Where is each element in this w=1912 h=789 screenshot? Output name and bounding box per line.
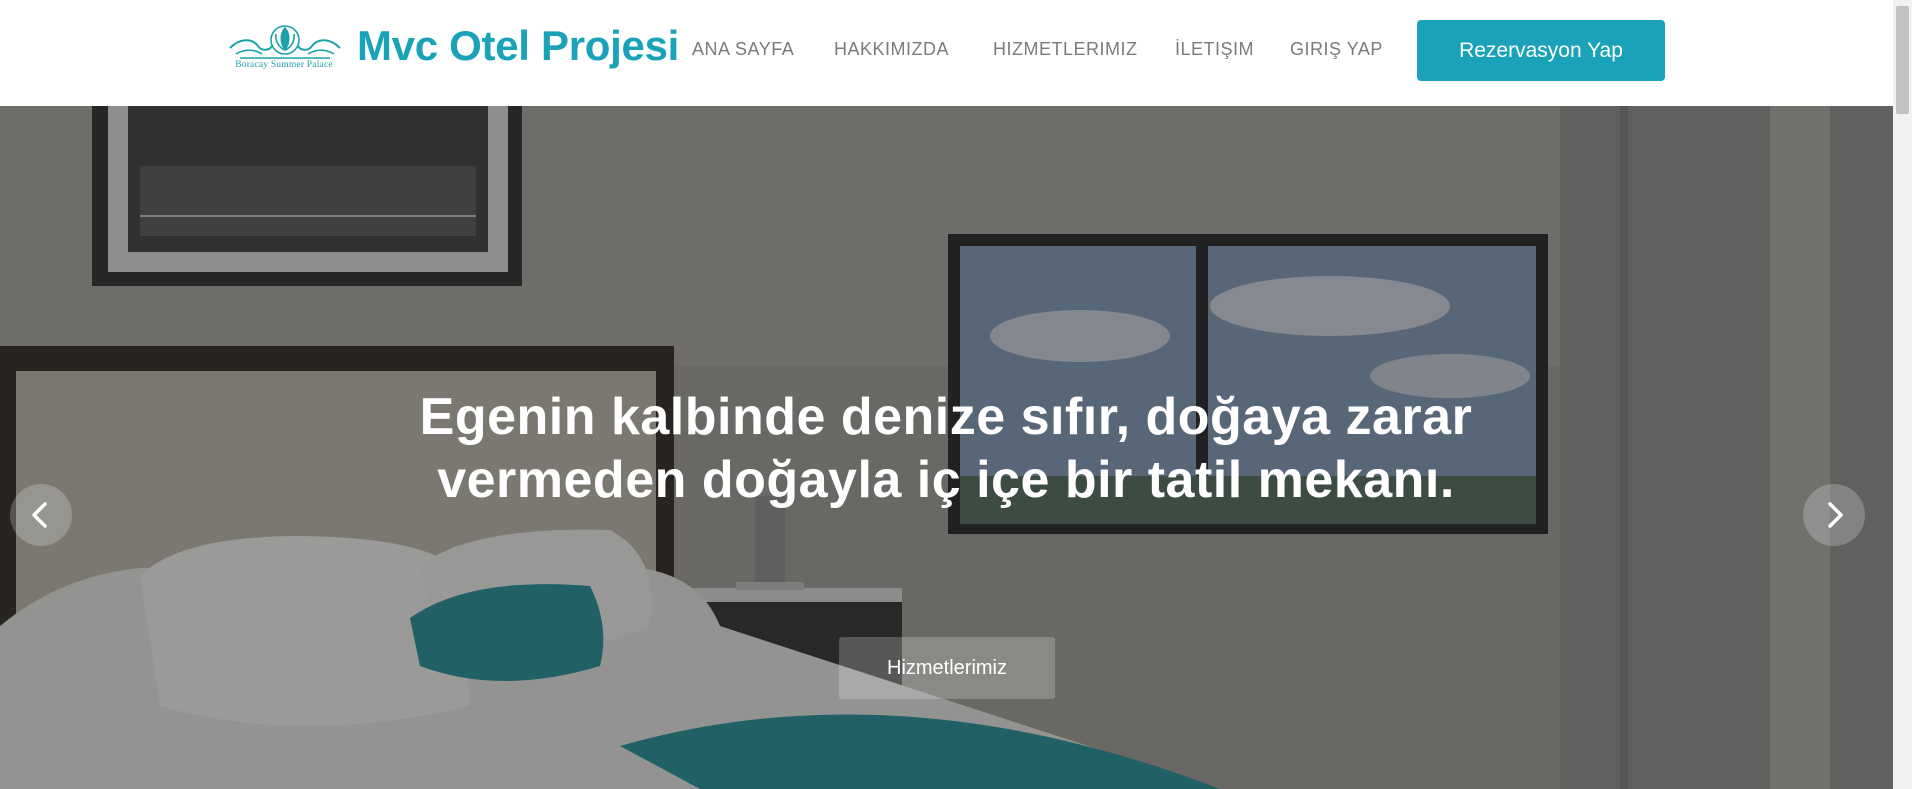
hero-carousel: Egenin kalbinde denize sıfır, doğaya zar… — [0, 106, 1893, 789]
nav-item-login[interactable]: GIRIŞ YAP — [1290, 39, 1383, 60]
nav-item-services[interactable]: HIZMETLERIMIZ — [993, 39, 1138, 60]
chevron-right-icon — [1828, 502, 1843, 528]
nav-item-contact[interactable]: İLETIŞIM — [1175, 39, 1254, 60]
top-navbar: Boracay Summer Palace Mvc Otel Projesi A… — [0, 0, 1893, 106]
nav-item-about[interactable]: HAKKIMIZDA — [834, 39, 949, 60]
hero-title: Egenin kalbinde denize sıfır, doğaya zar… — [419, 388, 1473, 509]
logo-caption: Boracay Summer Palace — [235, 60, 333, 70]
carousel-next-button[interactable] — [1803, 484, 1865, 546]
services-button[interactable]: Hizmetlerimiz — [839, 637, 1055, 699]
scrollbar-thumb[interactable] — [1896, 6, 1909, 114]
reservation-button[interactable]: Rezervasyon Yap — [1417, 20, 1665, 81]
brand-name[interactable]: Mvc Otel Projesi — [357, 22, 679, 70]
carousel-prev-button[interactable] — [10, 484, 72, 546]
page-scrollbar[interactable] — [1893, 0, 1912, 789]
chevron-left-icon — [32, 502, 47, 528]
nav-item-home[interactable]: ANA SAYFA — [692, 39, 794, 60]
